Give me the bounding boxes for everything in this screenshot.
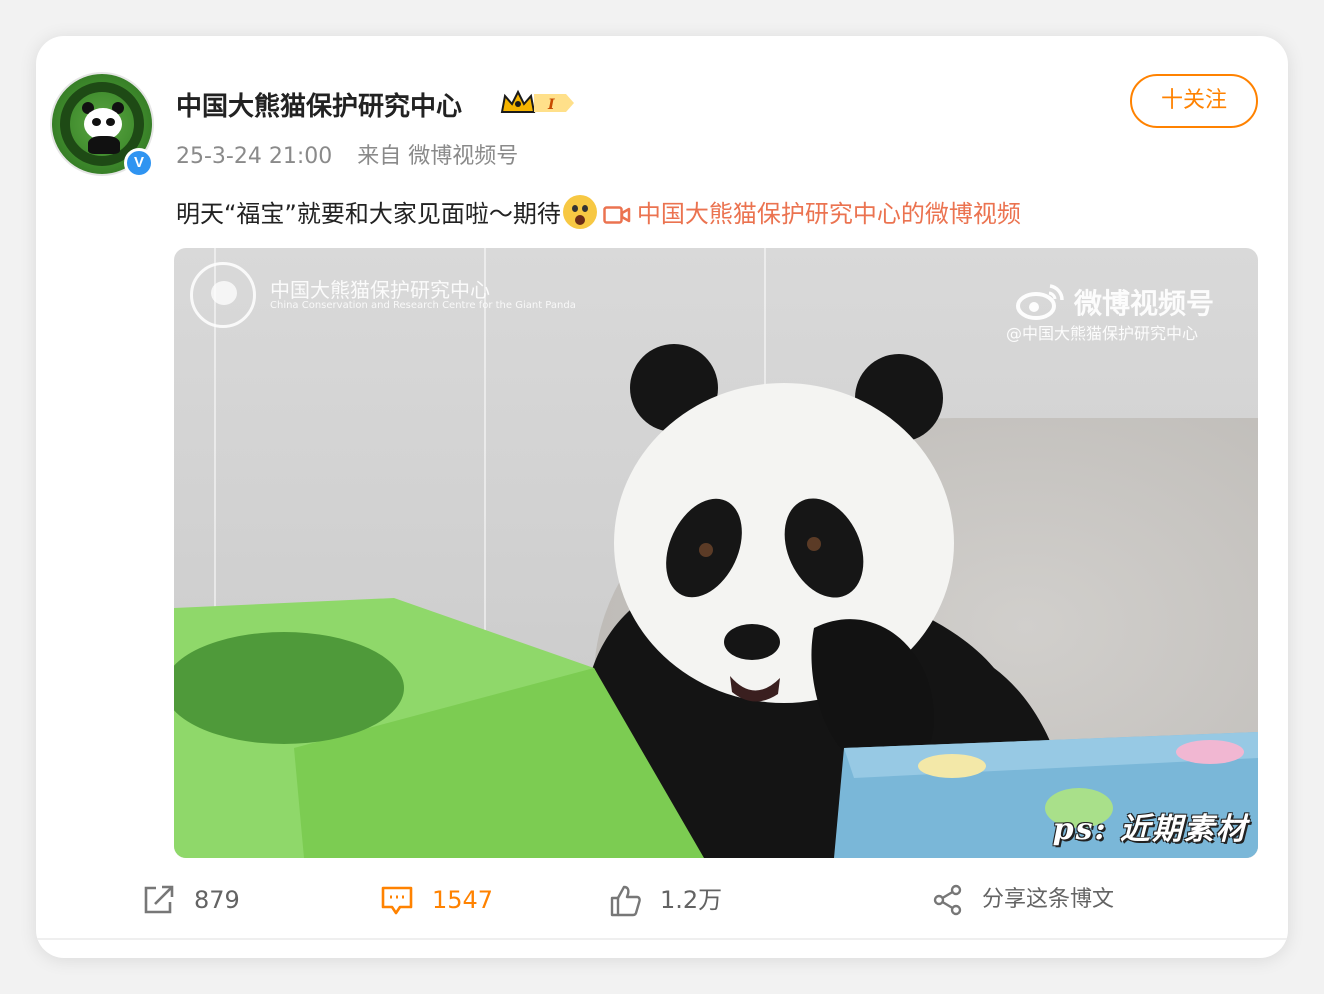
- follow-button[interactable]: 十关注: [1130, 74, 1258, 128]
- panda-nose: [724, 624, 780, 660]
- post-meta: 25-3-24 21:00 来自 微博视频号: [176, 138, 518, 170]
- vip-crown-badge-icon[interactable]: I: [500, 88, 576, 118]
- comment-count: 1547: [432, 886, 494, 914]
- verified-icon: V: [124, 148, 154, 178]
- card-divider: [36, 938, 1288, 940]
- post-text: 明天“福宝”就要和大家见面啦～期待: [176, 200, 561, 228]
- panda-centre-watermark-icon: [190, 262, 256, 328]
- panda-eye-right: [807, 537, 821, 551]
- avatar-panda-eye: [106, 118, 115, 126]
- watermark-subtitle: China Conservation and Research Centre f…: [270, 300, 576, 311]
- share-label: 分享这条博文: [982, 887, 1115, 912]
- video-player[interactable]: 中国大熊猫保护研究中心 China Conservation and Resea…: [174, 248, 1258, 858]
- platform-handle: @中国大熊猫保护研究中心: [1006, 324, 1199, 343]
- video-camera-icon: [603, 206, 631, 224]
- post-timestamp[interactable]: 25-3-24 21:00: [176, 144, 332, 169]
- weibo-logo-icon: [1016, 284, 1064, 320]
- green-feeder-hole: [174, 632, 404, 744]
- avatar-panda-eye: [92, 118, 101, 126]
- like-count: 1.2万: [660, 886, 723, 914]
- weibo-post-card: V 中国大熊猫保护研究中心 I 25-3-24 21:00 来自 微博视频号 十…: [36, 36, 1288, 958]
- post-source: 来自 微博视频号: [357, 144, 519, 169]
- repost-icon: [144, 885, 174, 914]
- video-caption: ps: 近期素材: [1052, 812, 1248, 847]
- watermark-title: 中国大熊猫保护研究中心: [270, 278, 490, 302]
- comment-icon: [381, 886, 413, 915]
- post-body: 明天“福宝”就要和大家见面啦～期待 中国大熊猫保护研究中心的微博视频: [176, 194, 1021, 229]
- repost-count: 879: [194, 886, 240, 914]
- panda-eye-left: [699, 543, 713, 557]
- thumbs-up-icon: [610, 885, 641, 917]
- box-dot-pink: [1176, 740, 1244, 764]
- video-link-label: 中国大熊猫保护研究中心的微博视频: [636, 200, 1021, 228]
- avatar-panda-body: [88, 136, 120, 154]
- video-link[interactable]: 中国大熊猫保护研究中心的微博视频: [603, 200, 1021, 228]
- share-icon: [933, 884, 962, 916]
- badge-level: I: [547, 97, 555, 113]
- box-dot-yellow: [918, 754, 986, 778]
- shock-emoji-icon: [562, 195, 597, 229]
- platform-title: 微博视频号: [1074, 287, 1215, 320]
- author-name[interactable]: 中国大熊猫保护研究中心: [176, 86, 462, 123]
- action-bar: 879 1547 1.2万 分享这条博文: [36, 874, 1288, 926]
